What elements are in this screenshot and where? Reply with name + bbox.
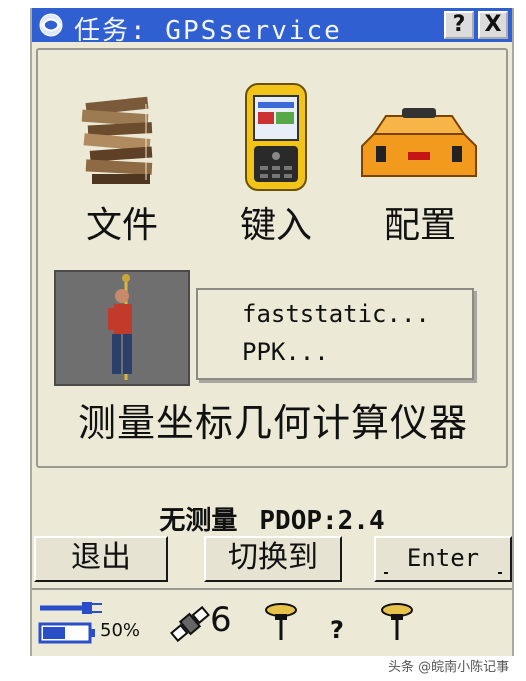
keyin-button[interactable] xyxy=(242,82,310,192)
toolbox-icon xyxy=(361,108,477,177)
satellite-icon[interactable] xyxy=(170,606,210,642)
surveyor-icon xyxy=(108,274,132,380)
status-bar: 50% 6 ? xyxy=(32,588,512,654)
status-line: 无测量 PDOP:2.4 xyxy=(32,500,512,537)
books-icon xyxy=(81,96,153,184)
unknown-status: ? xyxy=(330,616,344,644)
menu-item-ppk[interactable]: PPK... xyxy=(242,338,329,366)
keyin-label: 键入 xyxy=(239,205,312,246)
device-screen: 任务: GPSservice ? X 文件 键入 配置 测量坐标几何计算仪器 f… xyxy=(30,8,514,656)
rover-receiver-icon[interactable] xyxy=(380,600,414,642)
exit-button[interactable]: 退出 xyxy=(34,536,168,582)
survey-row-label: 测量坐标几何计算仪器 xyxy=(78,401,469,445)
survey-button[interactable] xyxy=(54,270,190,386)
help-button[interactable]: ? xyxy=(444,11,474,39)
window-title: 任务: GPSservice xyxy=(74,16,342,46)
close-button[interactable]: X xyxy=(478,11,508,39)
config-label: 配置 xyxy=(383,205,456,246)
files-label: 文件 xyxy=(85,205,158,246)
enter-button[interactable]: Enter xyxy=(374,536,512,582)
watermark: 头条 @皖南小陈记事 xyxy=(388,660,510,675)
files-button[interactable] xyxy=(76,94,166,188)
base-receiver-icon[interactable] xyxy=(264,600,298,642)
app-logo-icon xyxy=(39,13,63,37)
main-panel: 文件 键入 配置 测量坐标几何计算仪器 faststatic... PPK... xyxy=(36,48,508,468)
handheld-device-icon xyxy=(245,83,307,191)
menu-item-faststatic[interactable]: faststatic... xyxy=(242,300,430,328)
title-bar: 任务: GPSservice ? X xyxy=(32,8,512,46)
switch-to-button[interactable]: 切换到 xyxy=(204,536,342,582)
survey-status: 无测量 xyxy=(159,506,238,536)
survey-style-menu: faststatic... PPK... xyxy=(196,288,474,380)
enter-corner-right xyxy=(498,560,502,574)
battery-percent: 50% xyxy=(100,620,141,641)
satellite-count: 6 xyxy=(210,600,232,640)
pdop-value: PDOP:2.4 xyxy=(259,506,385,536)
enter-label: Enter xyxy=(406,544,480,572)
battery-icon[interactable] xyxy=(38,598,104,646)
enter-corner-left xyxy=(384,560,388,574)
config-button[interactable] xyxy=(356,106,482,186)
